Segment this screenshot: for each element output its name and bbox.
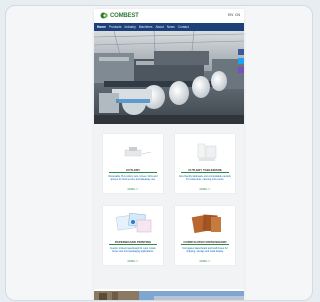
nav-contact[interactable]: Contact (178, 25, 189, 29)
hero-banner[interactable] (94, 31, 244, 124)
logo-icon (100, 12, 108, 19)
card-description: Disposable PLA cutlery sets, knives, for… (108, 175, 158, 181)
nav-news[interactable]: News (167, 25, 175, 29)
twitter-icon[interactable] (238, 58, 244, 64)
card-description: Corrugated paperboard and kraft boxes fo… (182, 247, 228, 253)
nav-home[interactable]: Home (97, 25, 106, 29)
site-header: COMBEST EN CN (94, 9, 244, 23)
corrugated-paperboard-image (181, 210, 231, 238)
lang-cn[interactable]: CN (235, 13, 240, 17)
card-divider (109, 172, 157, 173)
facebook-icon[interactable] (238, 49, 244, 55)
main-nav: Home Products Industry Machines About Ne… (94, 23, 244, 31)
products-section: Cutlery Disposable PLA cutlery sets, kni… (94, 124, 244, 289)
product-card[interactable]: Cutlery Tableware Eco-friendly tableware… (174, 133, 236, 194)
nav-about[interactable]: About (155, 25, 163, 29)
card-divider (109, 244, 157, 245)
nav-industry[interactable]: Industry (124, 25, 135, 29)
browser-frame: COMBEST EN CN Home Products Industry Mac… (5, 5, 313, 301)
nav-machines[interactable]: Machines (139, 25, 153, 29)
warehouse-photo (94, 291, 244, 300)
product-card[interactable]: Cutlery Disposable PLA cutlery sets, kni… (102, 133, 164, 194)
card-divider (181, 244, 229, 245)
logo-text: COMBEST (110, 12, 139, 19)
share-icon[interactable] (238, 67, 244, 73)
card-more-link[interactable]: MORE >> (103, 188, 163, 191)
cutlery-image (109, 138, 159, 166)
factory-photo (94, 31, 244, 124)
card-divider (181, 172, 229, 173)
mobile-page: COMBEST EN CN Home Products Industry Mac… (94, 9, 244, 300)
card-description: Custom printed paperboard for cups, bowl… (109, 247, 157, 253)
card-more-link[interactable]: MORE >> (175, 260, 235, 263)
card-more-link[interactable]: MORE >> (175, 188, 235, 191)
site-logo[interactable]: COMBEST (100, 12, 139, 19)
tableware-image (181, 138, 231, 166)
card-more-link[interactable]: MORE >> (103, 260, 163, 263)
nav-products[interactable]: Products (109, 25, 122, 29)
lang-en[interactable]: EN (228, 13, 233, 17)
product-card[interactable]: Paperboard Printing Custom printed paper… (102, 205, 164, 266)
paperboard-printing-image (109, 210, 159, 238)
product-card[interactable]: Corrugated Paperboard Corrugated paperbo… (174, 205, 236, 266)
language-switcher[interactable]: EN CN (228, 13, 240, 17)
card-description: Eco-friendly tableware and compostable u… (179, 175, 231, 181)
next-section-banner (94, 289, 244, 300)
